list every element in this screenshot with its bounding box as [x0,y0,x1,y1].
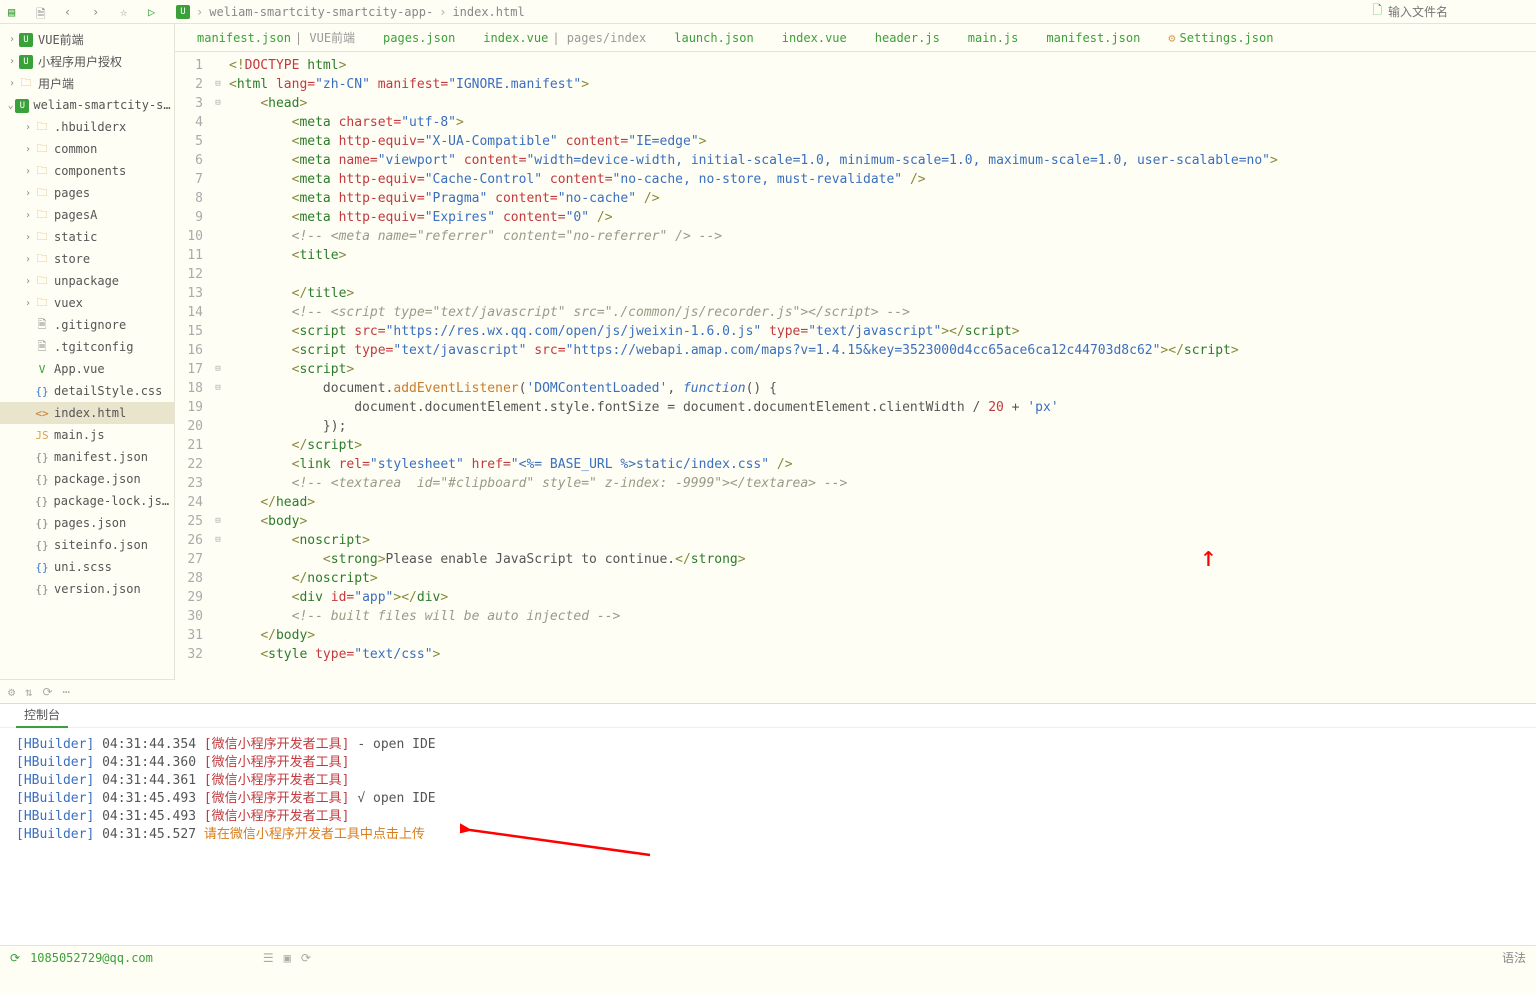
editor-tab[interactable]: pages.json [369,24,469,52]
editor-tabs: manifest.json| VUE前端pages.jsonindex.vue|… [175,24,1536,52]
tree-item[interactable]: ›🗀common [0,138,174,160]
footer-icon[interactable]: ⇅ [25,685,32,699]
editor-tab[interactable]: launch.json [660,24,767,52]
editor-tab[interactable]: manifest.json [1032,24,1154,52]
new-file-icon[interactable]: 🗋 [1372,1,1382,22]
editor-tab[interactable]: ⚙Settings.json [1154,24,1287,52]
console-output[interactable]: [HBuilder] 04:31:44.354 [微信小程序开发者工具] - o… [0,728,1536,945]
console-line: [HBuilder] 04:31:44.354 [微信小程序开发者工具] - o… [16,736,1520,754]
tree-item[interactable]: ›U小程序用户授权 [0,50,174,72]
editor-area: manifest.json| VUE前端pages.jsonindex.vue|… [175,24,1536,703]
sidebar-toggle-icon[interactable]: ▤ [8,5,22,19]
tree-item[interactable]: {}detailStyle.css [0,380,174,402]
status-icon[interactable]: ▣ [284,951,291,965]
tree-item[interactable]: {}siteinfo.json [0,534,174,556]
console-tab[interactable]: 控制台 [16,704,68,728]
syntax-label[interactable]: 语法 [1502,949,1526,966]
console-line: [HBuilder] 04:31:44.360 [微信小程序开发者工具] [16,754,1520,772]
tree-item[interactable]: {}uni.scss [0,556,174,578]
console-line: [HBuilder] 04:31:44.361 [微信小程序开发者工具] [16,772,1520,790]
tree-item[interactable]: 🗎.tgitconfig [0,336,174,358]
tree-item[interactable]: VApp.vue [0,358,174,380]
tree-item[interactable]: ›🗀vuex [0,292,174,314]
console-line: [HBuilder] 04:31:45.527 请在微信小程序开发者工具中点击上… [16,826,1520,844]
star-icon[interactable]: ☆ [120,5,134,19]
tree-item[interactable]: ›🗀unpackage [0,270,174,292]
tree-item[interactable]: {}version.json [0,578,174,600]
footer-icon[interactable]: ⚙ [8,685,15,699]
top-toolbar: ▤ 🗎 ‹ › ☆ ▷ U › weliam-smartcity-smartci… [0,0,1536,24]
status-icon[interactable]: ☰ [263,951,274,965]
bottom-panel: 控制台 [HBuilder] 04:31:44.354 [微信小程序开发者工具]… [0,703,1536,969]
footer-icon[interactable]: ⟳ [42,685,52,699]
editor-tab[interactable]: main.js [954,24,1033,52]
tree-item[interactable]: ›🗀.hbuilderx [0,116,174,138]
file-search[interactable]: 🗋 [1372,1,1528,22]
tree-item[interactable]: ›🗀store [0,248,174,270]
editor-tab[interactable]: index.vue| pages/index [469,24,660,52]
run-icon[interactable]: ▷ [148,5,162,19]
project-icon: U [176,5,190,19]
user-email[interactable]: 1085052729@qq.com [30,951,153,965]
status-bar: ⟳ 1085052729@qq.com ☰ ▣ ⟳ 语法 [0,945,1536,969]
tree-item[interactable]: ›UVUE前端 [0,28,174,50]
tree-item[interactable]: {}package-lock.json [0,490,174,512]
tree-item[interactable]: JSmain.js [0,424,174,446]
tree-item[interactable]: <>index.html [0,402,174,424]
footer-icon[interactable]: ⋯ [63,685,70,699]
sync-icon[interactable]: ⟳ [10,951,20,965]
breadcrumb-segment[interactable]: index.html [452,5,524,19]
tree-item[interactable]: ›🗀pages [0,182,174,204]
save-icon[interactable]: 🗎 [36,5,50,19]
file-explorer: ›UVUE前端›U小程序用户授权›🗀用户端⌄Uweliam-smartcity-… [0,24,175,703]
tree-item[interactable]: {}package.json [0,468,174,490]
console-line: [HBuilder] 04:31:45.493 [微信小程序开发者工具] √ o… [16,790,1520,808]
tree-item[interactable]: ⌄Uweliam-smartcity-smart... [0,94,174,116]
tree-item[interactable]: {}pages.json [0,512,174,534]
breadcrumb: U › weliam-smartcity-smartcity-app- › in… [176,5,525,19]
tree-item[interactable]: ›🗀用户端 [0,72,174,94]
tree-item[interactable]: {}manifest.json [0,446,174,468]
forward-icon[interactable]: › [92,5,106,19]
tree-item[interactable]: ›🗀static [0,226,174,248]
search-input[interactable] [1388,5,1528,19]
editor-tab[interactable]: header.js [861,24,954,52]
status-icon[interactable]: ⟳ [301,951,311,965]
tree-item[interactable]: ›🗀pagesA [0,204,174,226]
tree-item[interactable]: ›🗀components [0,160,174,182]
breadcrumb-segment[interactable]: weliam-smartcity-smartcity-app- [209,5,433,19]
console-line: [HBuilder] 04:31:45.493 [微信小程序开发者工具] [16,808,1520,826]
editor-tab[interactable]: manifest.json| VUE前端 [183,24,369,52]
back-icon[interactable]: ‹ [64,5,78,19]
sidebar-footer: ⚙ ⇅ ⟳ ⋯ [0,679,175,703]
editor-tab[interactable]: index.vue [768,24,861,52]
tree-item[interactable]: 🗎.gitignore [0,314,174,336]
code-editor[interactable]: 1234567891011121314151617181920212223242… [175,52,1536,703]
